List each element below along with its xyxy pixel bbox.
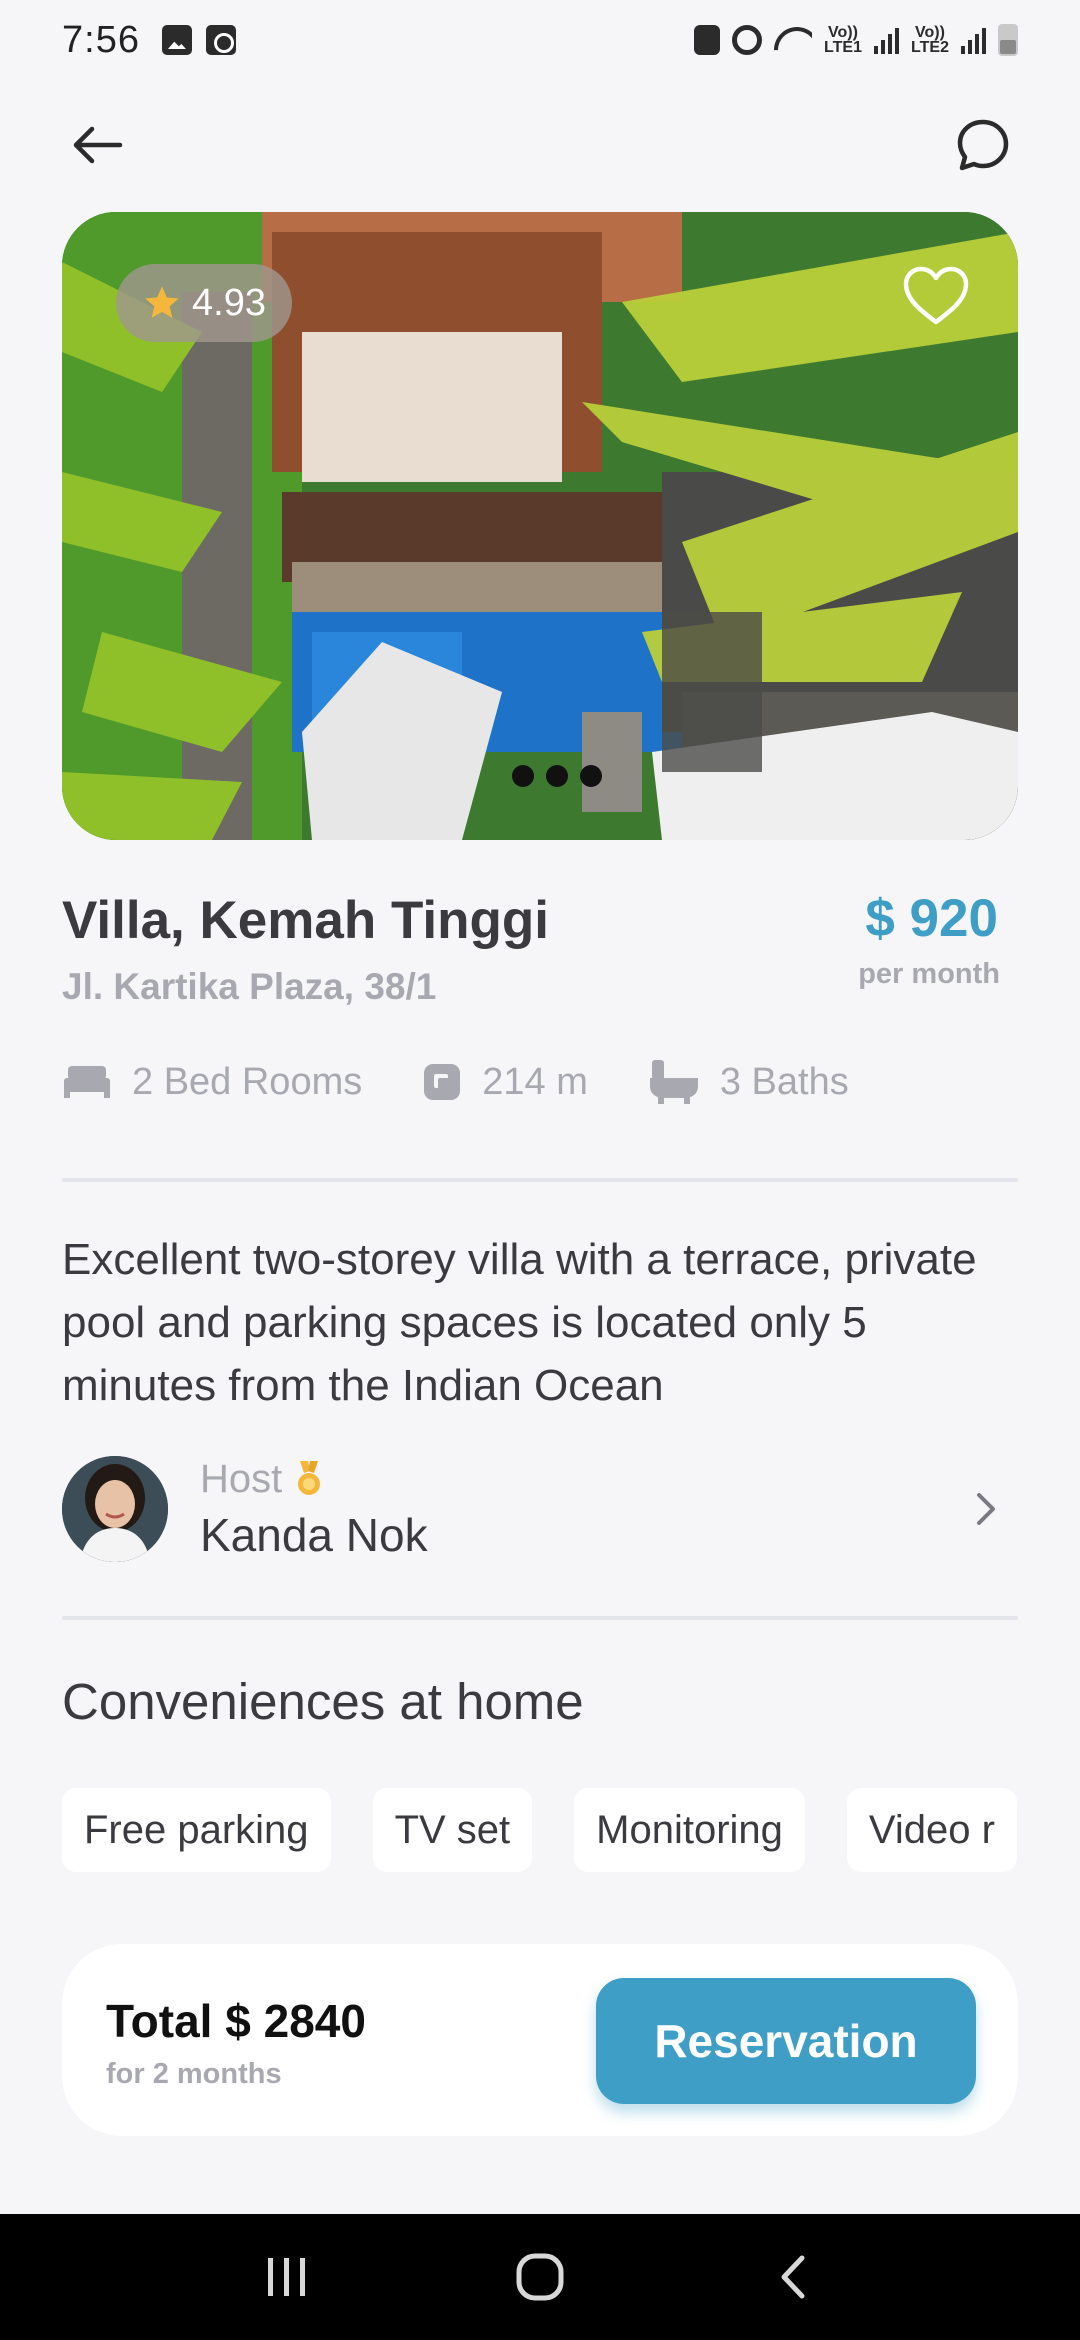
carousel-dots [512, 765, 602, 787]
system-nav-bar [0, 2214, 1080, 2340]
lte1-label: Vo)) LTE1 [824, 24, 862, 56]
bathtub-icon [649, 1060, 698, 1104]
recent-apps-icon [267, 2258, 305, 2296]
property-features: 2 Bed Rooms 214 m 3 Baths [62, 1050, 909, 1114]
signal-icon [874, 26, 899, 54]
chevron-right-icon [977, 1493, 995, 1525]
back-nav-button[interactable] [748, 2232, 838, 2322]
convenience-chip[interactable]: TV set [372, 1788, 533, 1872]
host-label: Host [200, 1456, 283, 1501]
feature-label: 214 m [482, 1060, 588, 1103]
battery-icon [998, 24, 1018, 56]
heart-icon [903, 266, 969, 325]
chat-button[interactable] [948, 110, 1018, 180]
home-icon [516, 2253, 564, 2301]
star-icon [145, 286, 179, 318]
property-photo-carousel[interactable]: 4.93 [62, 212, 1018, 840]
convenience-chip[interactable]: Free parking [62, 1788, 331, 1872]
rating-value: 4.93 [192, 281, 266, 324]
medal-icon [298, 1461, 321, 1495]
host-name: Kanda Nok [200, 1508, 428, 1561]
feature-area: 214 m [422, 1061, 588, 1104]
favorite-button[interactable] [900, 264, 972, 328]
host-avatar [62, 1456, 168, 1562]
alarm-icon [732, 25, 762, 55]
status-bar: 7:56 Vo)) LTE1 Vo)) LTE2 [0, 0, 1080, 80]
top-nav [62, 110, 1018, 180]
reservation-button[interactable]: Reservation [596, 1978, 976, 2104]
back-button[interactable] [62, 110, 132, 180]
gallery-notification-icon [161, 25, 192, 55]
feature-bedrooms: 2 Bed Rooms [62, 1061, 362, 1104]
booking-duration: for 2 months [106, 2058, 282, 2090]
property-title: Villa, Kemah Tinggi [62, 891, 549, 950]
conveniences-title: Conveniences at home [62, 1673, 584, 1730]
divider [62, 1178, 1018, 1182]
bed-icon [64, 1066, 110, 1098]
home-button[interactable] [495, 2232, 585, 2322]
recent-apps-button[interactable] [242, 2232, 332, 2322]
rating-badge: 4.93 [116, 264, 292, 342]
chat-bubble-icon [957, 119, 1009, 171]
feature-baths: 3 Baths [648, 1058, 849, 1106]
total-price: Total $ 2840 [106, 1995, 366, 2047]
host-row[interactable]: Host Kanda Nok [62, 1456, 1018, 1562]
carousel-dot[interactable] [512, 765, 534, 787]
carousel-dot[interactable] [580, 765, 602, 787]
feature-label: 2 Bed Rooms [132, 1060, 363, 1103]
lock-status-icon [694, 25, 720, 55]
lte2-label: Vo)) LTE2 [911, 24, 949, 56]
property-description: Excellent two-storey villa with a terrac… [62, 1235, 977, 1410]
convenience-chip[interactable]: Video r [846, 1788, 1017, 1872]
divider [62, 1616, 1018, 1620]
conveniences-chips: Free parking TV set Monitoring Video r [62, 1788, 1018, 1872]
carousel-dot[interactable] [546, 765, 568, 787]
arrow-left-icon [73, 126, 123, 164]
convenience-chip[interactable]: Monitoring [574, 1788, 805, 1872]
property-address: Jl. Kartika Plaza, 38/1 [62, 966, 437, 1007]
status-time: 7:56 [62, 18, 140, 61]
feature-label: 3 Baths [719, 1060, 849, 1103]
chevron-left-icon [781, 2255, 805, 2299]
property-price: $ 920 [865, 889, 998, 948]
clock-notification-icon [205, 25, 236, 55]
booking-card: Total $ 2840 for 2 months Reservation [62, 1944, 1018, 2136]
wifi-icon [774, 25, 812, 55]
signal-icon [961, 26, 986, 54]
area-icon [424, 1064, 461, 1100]
price-unit: per month [858, 958, 1000, 990]
